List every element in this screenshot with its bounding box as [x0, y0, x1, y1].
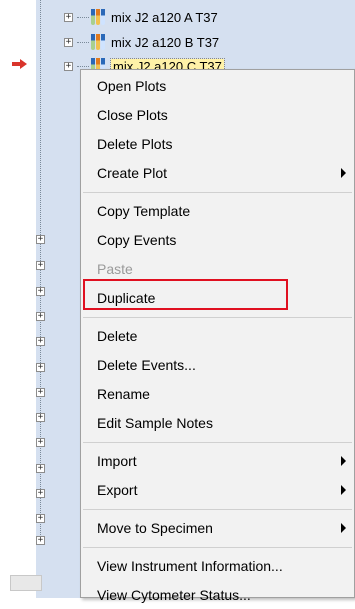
menu-item-label: Delete: [97, 328, 138, 344]
menu-item-label: Close Plots: [97, 107, 168, 123]
expand-plus-icon[interactable]: +: [36, 235, 45, 244]
expand-plus-icon[interactable]: +: [36, 287, 45, 296]
menu-separator: [83, 509, 352, 510]
tube-sample-icon: [91, 9, 105, 25]
menu-item-label: Open Plots: [97, 78, 167, 94]
menu-separator: [83, 192, 352, 193]
annotation-highlight-box: [83, 279, 288, 310]
submenu-arrow-icon: [341, 523, 346, 533]
menu-item-move-to-specimen[interactable]: Move to Specimen: [81, 514, 354, 542]
horizontal-scrollbar[interactable]: [10, 575, 42, 591]
menu-item-delete-events[interactable]: Delete Events...: [81, 351, 354, 379]
tube-sample-icon: [91, 34, 105, 50]
expand-plus-icon[interactable]: +: [36, 312, 45, 321]
tree-row[interactable]: + mix J2 a120 B T37: [64, 32, 219, 52]
expand-plus-icon[interactable]: +: [36, 337, 45, 346]
expand-plus-icon[interactable]: +: [64, 37, 73, 47]
expand-plus-icon[interactable]: +: [36, 464, 45, 473]
expand-plus-icon[interactable]: +: [64, 12, 73, 22]
menu-item-export[interactable]: Export: [81, 476, 354, 504]
menu-item-open-plots[interactable]: Open Plots: [81, 72, 354, 100]
menu-separator: [83, 317, 352, 318]
menu-item-label: Copy Template: [97, 203, 191, 219]
menu-item-label: Edit Sample Notes: [97, 415, 213, 431]
context-menu: Open Plots Close Plots Delete Plots Create …: [80, 69, 355, 603]
menu-item-import[interactable]: Import: [81, 447, 354, 475]
menu-separator: [83, 547, 352, 548]
expand-plus-icon[interactable]: +: [36, 388, 45, 397]
menu-item-label: Import: [97, 453, 137, 469]
menu-item-create-plot[interactable]: Create Plot: [81, 159, 354, 187]
menu-separator: [83, 442, 352, 443]
expand-plus-icon[interactable]: +: [36, 438, 45, 447]
tree-gutter: [0, 0, 36, 598]
menu-item-view-instrument-information[interactable]: View Instrument Information...: [81, 552, 354, 580]
menu-item-view-cytometer-status[interactable]: View Cytometer Status...: [81, 581, 354, 609]
menu-item-label: Create Plot: [97, 165, 168, 181]
current-sample-arrow-icon: [12, 59, 27, 69]
menu-item-label: View Instrument Information...: [97, 558, 283, 574]
menu-item-label: Copy Events: [97, 232, 177, 248]
submenu-arrow-icon: [341, 485, 346, 495]
tree-row-label: mix J2 a120 B T37: [111, 34, 220, 50]
expand-plus-icon[interactable]: +: [36, 514, 45, 523]
menu-item-edit-sample-notes[interactable]: Edit Sample Notes: [81, 409, 354, 437]
tree-row-label: mix J2 a120 A T37: [111, 9, 218, 25]
expand-plus-icon[interactable]: +: [64, 61, 73, 71]
menu-item-delete[interactable]: Delete: [81, 322, 354, 350]
menu-item-label: Export: [97, 482, 138, 498]
menu-item-copy-template[interactable]: Copy Template: [81, 197, 354, 225]
submenu-arrow-icon: [341, 168, 346, 178]
expand-plus-icon[interactable]: +: [36, 363, 45, 372]
menu-item-label: Delete Plots: [97, 136, 173, 152]
tree-row[interactable]: + mix J2 a120 A T37: [64, 7, 218, 27]
menu-item-copy-events[interactable]: Copy Events: [81, 226, 354, 254]
menu-item-label: Paste: [97, 261, 133, 277]
menu-item-label: Rename: [97, 386, 150, 402]
menu-item-label: Delete Events...: [97, 357, 196, 373]
expand-plus-icon[interactable]: +: [36, 261, 45, 270]
expand-plus-icon[interactable]: +: [36, 489, 45, 498]
expand-plus-icon[interactable]: +: [36, 413, 45, 422]
menu-item-delete-plots[interactable]: Delete Plots: [81, 130, 354, 158]
menu-item-label: Move to Specimen: [97, 520, 213, 536]
submenu-arrow-icon: [341, 456, 346, 466]
expand-plus-icon[interactable]: +: [36, 536, 45, 545]
menu-item-label: View Cytometer Status...: [97, 587, 251, 603]
menu-item-close-plots[interactable]: Close Plots: [81, 101, 354, 129]
menu-item-rename[interactable]: Rename: [81, 380, 354, 408]
